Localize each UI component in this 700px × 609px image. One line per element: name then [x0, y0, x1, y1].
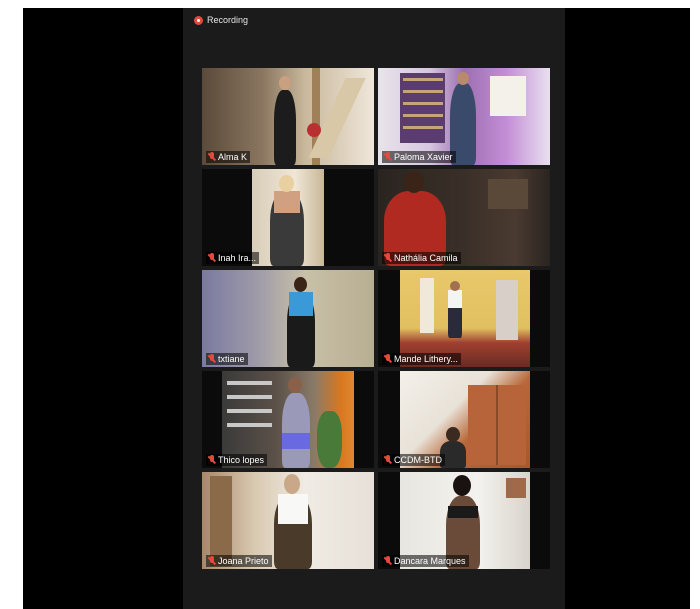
- participant-name: Paloma Xavier: [394, 152, 453, 162]
- participant-tile-9[interactable]: Joana Prieto: [202, 472, 374, 569]
- participant-name: Thico lopes: [218, 455, 265, 465]
- participant-tile-4[interactable]: Nathália Camila: [378, 169, 550, 266]
- participant-name-tag: Nathália Camila: [382, 252, 461, 264]
- participant-name-tag: Joana Prieto: [206, 555, 272, 567]
- participant-name: Inah Ira...: [218, 253, 257, 263]
- muted-mic-icon: [384, 152, 392, 162]
- recording-indicator[interactable]: Recording: [194, 13, 248, 27]
- participant-tile-8[interactable]: CCDM-BTD: [378, 371, 550, 468]
- participant-name: Nathália Camila: [394, 253, 458, 263]
- participant-name-tag: Thico lopes: [206, 454, 268, 466]
- muted-mic-icon: [208, 354, 216, 364]
- participant-name-tag: Inah Ira...: [206, 252, 260, 264]
- participant-name-tag: CCDM-BTD: [382, 454, 445, 466]
- participant-name: Dancara Marques: [394, 556, 466, 566]
- participant-tile-6[interactable]: Mande Lithery...: [378, 270, 550, 367]
- participant-tile-7[interactable]: Thico lopes: [202, 371, 374, 468]
- muted-mic-icon: [208, 253, 216, 263]
- participant-video: [252, 169, 324, 266]
- muted-mic-icon: [208, 556, 216, 566]
- muted-mic-icon: [384, 556, 392, 566]
- participant-name-tag: Alma K: [206, 151, 251, 163]
- participant-tile-2[interactable]: Paloma Xavier: [378, 68, 550, 165]
- muted-mic-icon: [208, 455, 216, 465]
- participant-name: Alma K: [218, 152, 248, 162]
- muted-mic-icon: [384, 253, 392, 263]
- recording-icon: [194, 15, 203, 25]
- participant-name-tag: Paloma Xavier: [382, 151, 456, 163]
- participant-name: Mande Lithery...: [394, 354, 458, 364]
- muted-mic-icon: [208, 152, 216, 162]
- participant-name-tag: Mande Lithery...: [382, 353, 461, 365]
- recording-label: Recording: [207, 15, 249, 25]
- participant-name: Joana Prieto: [218, 556, 269, 566]
- participant-tile-10[interactable]: Dancara Marques: [378, 472, 550, 569]
- muted-mic-icon: [384, 455, 392, 465]
- participant-tile-3[interactable]: Inah Ira...: [202, 169, 374, 266]
- participant-tile-5[interactable]: txtiane: [202, 270, 374, 367]
- participant-name: CCDM-BTD: [394, 455, 442, 465]
- participant-name-tag: Dancara Marques: [382, 555, 469, 567]
- participant-name: txtiane: [218, 354, 245, 364]
- participant-tile-1[interactable]: Alma K: [202, 68, 374, 165]
- participant-name-tag: txtiane: [206, 353, 248, 365]
- muted-mic-icon: [384, 354, 392, 364]
